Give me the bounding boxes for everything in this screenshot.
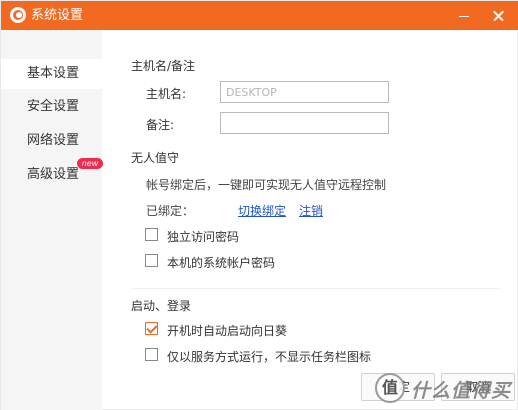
sidebar-item-network[interactable]: 网络设置	[1, 126, 102, 156]
system-account-password-label: 本机的系统帐户密码	[167, 256, 276, 270]
settings-window: 系统设置 基本设置 安全设置 网络设置 高级设置 new 主机名/备注 主机名:…	[0, 0, 518, 410]
hostname-heading: 主机名/备注	[131, 59, 196, 73]
switch-binding-link[interactable]: 切换绑定	[238, 202, 286, 219]
new-badge: new	[77, 158, 103, 169]
unattended-heading: 无人值守	[131, 151, 180, 165]
title-bar: 系统设置	[1, 1, 518, 30]
independent-password-label: 独立访问密码	[167, 230, 240, 244]
watermark-badge: 值	[375, 373, 405, 403]
window-title: 系统设置	[31, 8, 84, 23]
sidebar: 基本设置 安全设置 网络设置 高级设置	[1, 30, 102, 410]
service-mode-label: 仅以服务方式运行，不显示任务栏图标	[167, 350, 372, 364]
sidebar-item-security[interactable]: 安全设置	[1, 92, 102, 122]
remark-label: 备注:	[146, 118, 175, 132]
hostname-label: 主机名:	[146, 87, 187, 101]
app-logo-icon	[10, 7, 26, 23]
minimize-button[interactable]	[449, 1, 479, 30]
logout-link[interactable]: 注销	[299, 202, 323, 219]
close-button[interactable]	[483, 1, 513, 30]
service-mode-checkbox[interactable]	[145, 348, 158, 361]
startup-heading: 启动、登录	[131, 299, 192, 313]
sidebar-item-basic[interactable]: 基本设置	[1, 59, 102, 89]
autostart-label: 开机时自动启动向日葵	[167, 324, 288, 338]
autostart-checkbox[interactable]	[145, 322, 158, 335]
bound-status-label: 已绑定：	[146, 204, 195, 218]
watermark-text: 什么值得买	[411, 380, 512, 402]
hostname-input[interactable]	[220, 81, 389, 103]
section-divider	[131, 288, 501, 289]
watermark: 值 什么值得买	[371, 366, 518, 410]
remark-input[interactable]	[220, 112, 389, 134]
unattended-description: 帐号绑定后，一键即可实现无人值守远程控制	[146, 178, 387, 192]
independent-password-checkbox[interactable]	[145, 228, 158, 241]
system-account-password-checkbox[interactable]	[145, 254, 158, 267]
